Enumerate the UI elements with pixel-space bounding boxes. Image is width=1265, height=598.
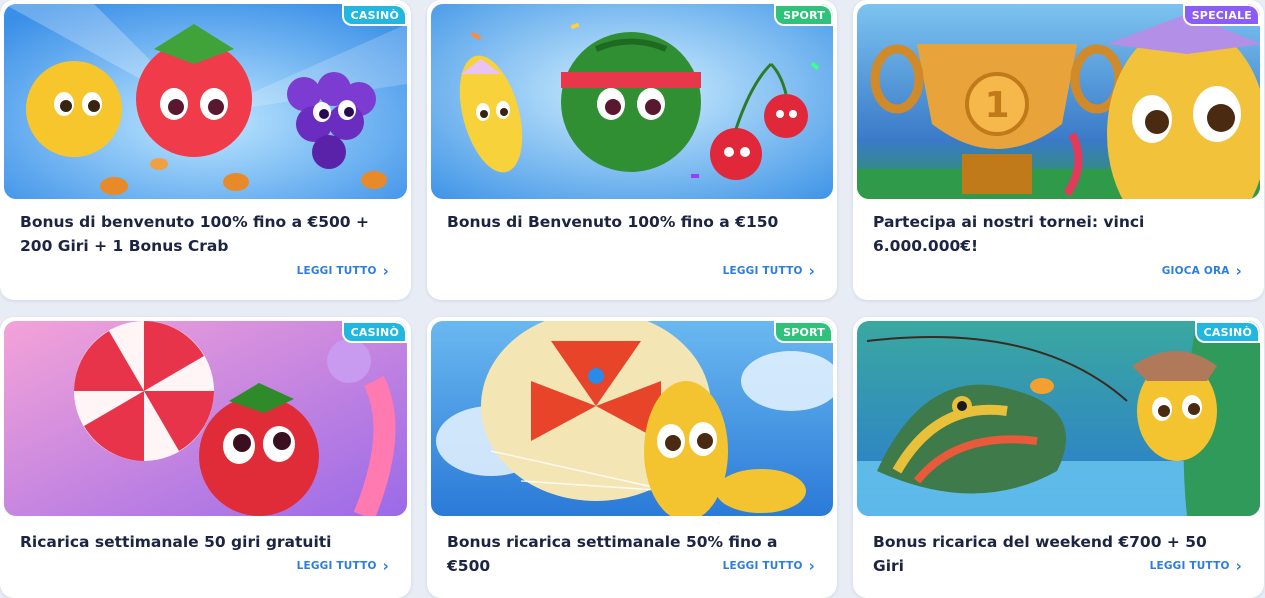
promo-image-trophy: 1 SPECIALE [857,4,1260,199]
promo-card-welcome-casino[interactable]: CASINÒ Bonus di benvenuto 100% fino a €5… [0,0,411,300]
chevron-right-icon: › [808,262,815,280]
promo-image-fishing: CASINÒ [857,321,1260,516]
read-more-link[interactable]: LEGGI TUTTO › [296,262,389,280]
promo-image-watermelon: SPORT [431,4,833,199]
promo-card-weekly-reload[interactable]: SPORT Bonus ricarica settimanale 50% fin… [427,317,837,598]
chevron-right-icon: › [1235,557,1242,575]
promo-title: Partecipa ai nostri tornei: vinci 6.000.… [873,213,1145,255]
cta-label: LEGGI TUTTO [296,265,377,277]
promo-card-weekly-spins[interactable]: CASINÒ Ricarica settimanale 50 giri grat… [0,317,411,598]
chevron-right-icon: › [808,557,815,575]
cta-label: LEGGI TUTTO [722,560,803,572]
category-badge: CASINÒ [1194,321,1260,343]
trophy-number: 1 [984,85,1009,126]
promo-title: Bonus di Benvenuto 100% fino a €150 [447,213,779,231]
read-more-link[interactable]: LEGGI TUTTO › [296,557,389,575]
cta-label: LEGGI TUTTO [722,265,803,277]
chevron-right-icon: › [382,557,389,575]
category-badge: SPORT [774,321,833,343]
promo-title: Ricarica settimanale 50 giri gratuiti [20,533,332,551]
read-more-link[interactable]: LEGGI TUTTO › [1149,557,1242,575]
category-badge: CASINÒ [341,4,407,26]
chevron-right-icon: › [1235,262,1242,280]
play-now-link[interactable]: GIOCA ORA › [1161,262,1242,280]
category-badge: CASINÒ [341,321,407,343]
promo-card-welcome-sport[interactable]: SPORT Bonus di Benvenuto 100% fino a €15… [427,0,837,300]
category-badge: SPECIALE [1182,4,1260,26]
promo-card-tournaments[interactable]: 1 SPECIALE Partecipa ai nostri tornei: v… [853,0,1264,300]
category-badge: SPORT [774,4,833,26]
promo-image-parachute: SPORT [431,321,833,516]
read-more-link[interactable]: LEGGI TUTTO › [722,557,815,575]
promo-image-candy: CASINÒ [4,321,407,516]
cta-label: LEGGI TUTTO [296,560,377,572]
read-more-link[interactable]: LEGGI TUTTO › [722,262,815,280]
promo-title: Bonus di benvenuto 100% fino a €500 + 20… [20,213,369,255]
promotions-grid: CASINÒ Bonus di benvenuto 100% fino a €5… [0,0,1265,598]
chevron-right-icon: › [382,262,389,280]
promo-image-fruits: CASINÒ [4,4,407,199]
cta-label: GIOCA ORA [1161,265,1230,277]
promo-card-weekend-reload[interactable]: CASINÒ Bonus ricarica del weekend €700 +… [853,317,1264,598]
cta-label: LEGGI TUTTO [1149,560,1230,572]
